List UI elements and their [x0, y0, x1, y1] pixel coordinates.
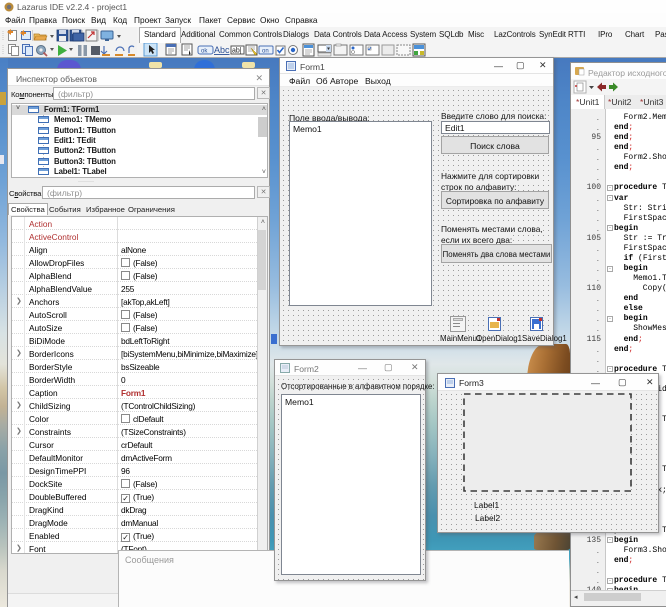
svg-text:Abc: Abc [214, 45, 230, 55]
svg-text:on: on [262, 49, 269, 55]
svg-text:ab|: ab| [232, 48, 242, 55]
svg-text:ok: ok [201, 49, 208, 55]
